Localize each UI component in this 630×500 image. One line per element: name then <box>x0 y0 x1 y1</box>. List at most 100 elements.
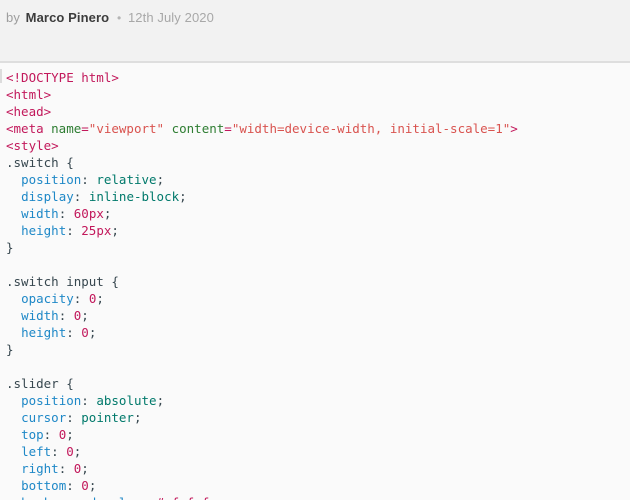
code-line: opacity: 0; <box>6 290 630 307</box>
code-token-plain: : <box>81 172 97 187</box>
code-token-plain: : <box>58 206 74 221</box>
code-token-num: 0 <box>81 478 89 493</box>
code-token-plain: : <box>58 308 74 323</box>
code-line: <head> <box>6 103 630 120</box>
code-token-prop: height <box>21 325 67 340</box>
code-token-plain: : <box>58 461 74 476</box>
code-token-prop: width <box>21 206 59 221</box>
code-token-plain: : <box>141 495 156 500</box>
code-line: cursor: pointer; <box>6 409 630 426</box>
code-token-plain: ; <box>209 495 217 500</box>
code-token-prop: position <box>21 172 82 187</box>
code-content[interactable]: <!DOCTYPE html> <html> <head> <meta name="v… <box>0 69 630 500</box>
code-token-plain: ; <box>88 478 97 493</box>
code-line: display: inline-block; <box>6 188 630 205</box>
code-token-prop: position <box>21 393 82 408</box>
code-token-sel: .switch input { <box>6 274 119 289</box>
code-token-tag: <html> <box>6 87 52 102</box>
code-token-prop: background-color <box>21 495 141 500</box>
byline-date: 12th July 2020 <box>127 10 214 25</box>
code-token-prop: width <box>21 308 59 323</box>
byline: by Marco Pinero • 12th July 2020 <box>6 9 214 27</box>
code-line: width: 60px; <box>6 205 630 222</box>
code-token-prop: cursor <box>21 410 67 425</box>
code-line: <!DOCTYPE html> <box>6 69 630 86</box>
code-token-prop: top <box>21 427 44 442</box>
code-token-plain: ; <box>103 206 112 221</box>
code-cursor-mark <box>0 69 2 83</box>
code-token-prop: opacity <box>21 291 74 306</box>
code-token-attr: content <box>171 121 225 136</box>
code-token-prop: height <box>21 223 67 238</box>
code-token-attrval: "width=device-width, initial-scale=1" <box>231 121 511 136</box>
code-line: position: relative; <box>6 171 630 188</box>
code-token-kwval: relative <box>96 172 157 187</box>
code-token-plain: ; <box>81 308 89 323</box>
code-token-plain: ; <box>88 325 97 340</box>
code-token-plain: ; <box>96 291 104 306</box>
code-token-plain: : <box>66 325 82 340</box>
code-token-tag: <head> <box>6 104 52 119</box>
code-line: bottom: 0; <box>6 477 630 494</box>
code-line: } <box>6 239 630 256</box>
code-line: width: 0; <box>6 307 630 324</box>
code-line: left: 0; <box>6 443 630 460</box>
code-line: height: 0; <box>6 324 630 341</box>
code-token-prop: right <box>21 461 59 476</box>
code-token-attrval: "viewport" <box>88 121 165 136</box>
code-token-plainspace <box>164 121 172 136</box>
code-token-num: #cfcfcf <box>157 495 210 500</box>
code-token-plain: : <box>73 189 89 204</box>
byline-author[interactable]: Marco Pinero <box>26 10 110 25</box>
code-token-tag: <meta <box>6 121 52 136</box>
code-token-attr: name <box>51 121 82 136</box>
code-line: <html> <box>6 86 630 103</box>
code-token-brace: } <box>6 342 14 357</box>
code-token-sel: .switch { <box>6 155 74 170</box>
code-token-brace: } <box>6 240 14 255</box>
code-token-num: 0 <box>66 444 74 459</box>
code-line: right: 0; <box>6 460 630 477</box>
code-token-prop: bottom <box>21 478 67 493</box>
code-token-plain: ; <box>179 189 187 204</box>
code-token-kwval: pointer <box>81 410 134 425</box>
code-block[interactable]: <!DOCTYPE html> <html> <head> <meta name="v… <box>0 63 630 500</box>
code-token-kwval: inline-block <box>88 189 180 204</box>
code-token-plain: ; <box>156 172 165 187</box>
code-token-plain: ; <box>66 427 74 442</box>
code-line: background-color: #cfcfcf; <box>6 494 630 500</box>
code-line: } <box>6 341 630 358</box>
code-token-num: 60px <box>73 206 104 221</box>
code-line: .slider { <box>6 375 630 392</box>
code-token-prop: left <box>21 444 52 459</box>
code-line: .switch { <box>6 154 630 171</box>
code-token-kwval: absolute <box>96 393 157 408</box>
code-token-plain: ; <box>81 461 89 476</box>
code-token-plain: : <box>81 393 97 408</box>
byline-separator-icon: • <box>116 11 122 25</box>
code-token-tag: <!DOCTYPE html> <box>6 70 119 85</box>
code-token-plain: ; <box>73 444 82 459</box>
code-token-plain: : <box>66 223 82 238</box>
code-token-plain: ; <box>133 410 142 425</box>
code-token-sel: .slider { <box>6 376 74 391</box>
code-token-num: 25px <box>81 223 112 238</box>
code-token-prop: display <box>21 189 74 204</box>
code-token-plain: : <box>43 427 59 442</box>
code-token-plain: : <box>66 478 82 493</box>
code-token-plain: : <box>51 444 67 459</box>
code-token-tag: <style> <box>6 138 59 153</box>
